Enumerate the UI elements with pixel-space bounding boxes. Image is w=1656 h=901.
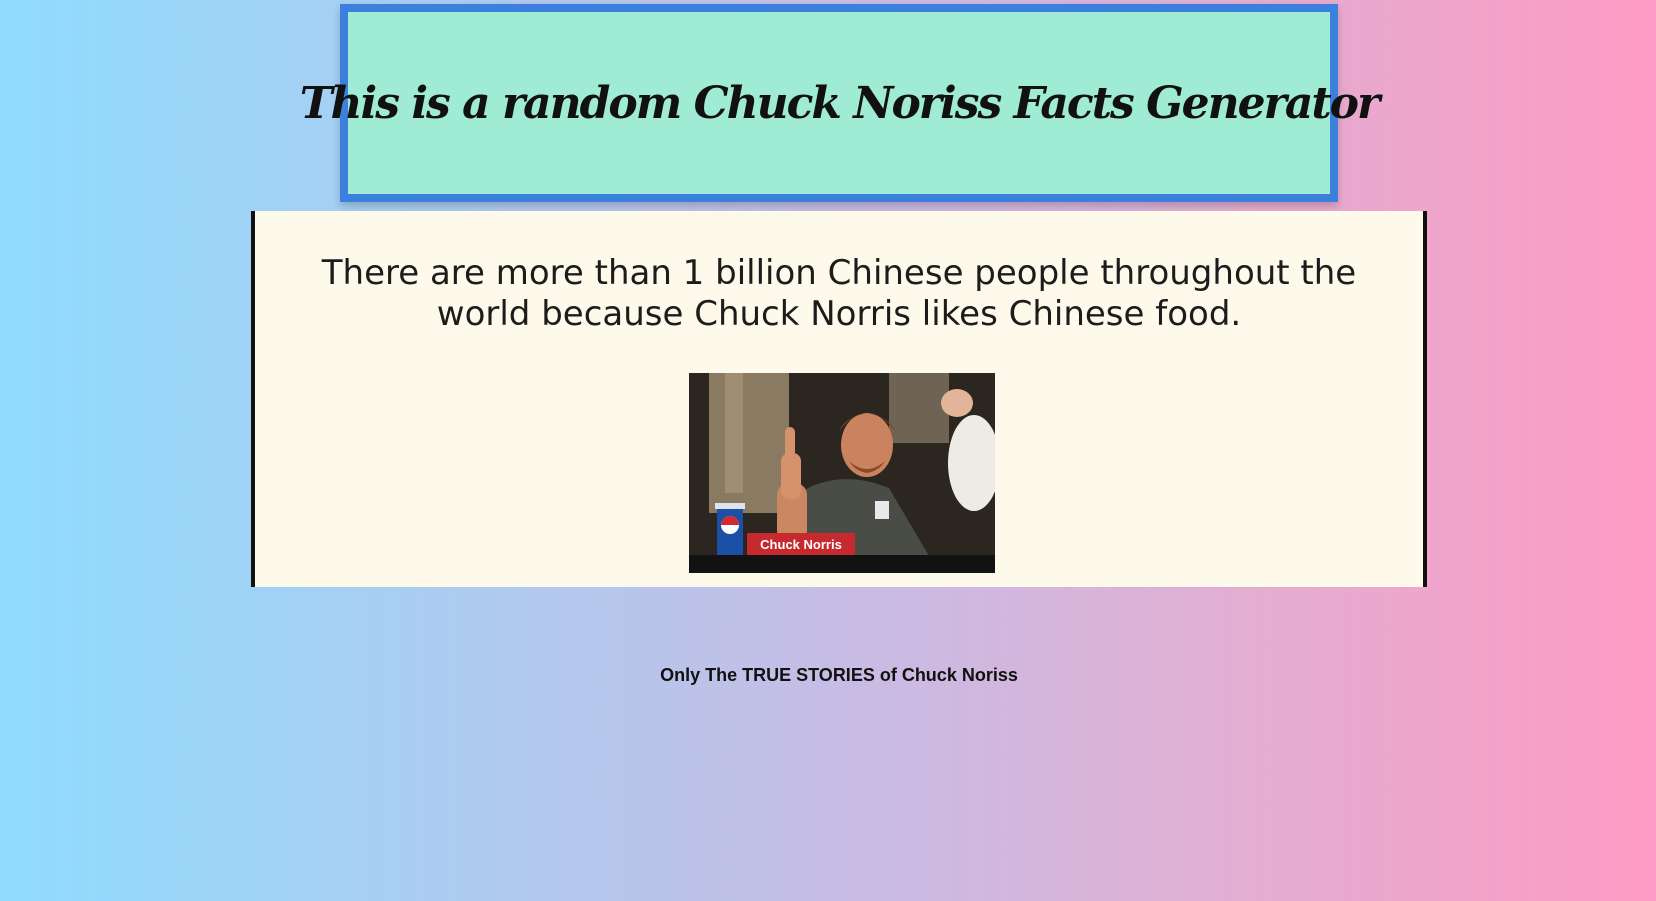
fact-card: There are more than 1 billion Chinese pe… bbox=[251, 211, 1427, 587]
chuck-norris-thumbs-up-image: Chuck Norris bbox=[689, 373, 995, 573]
footer-tagline: Only The TRUE STORIES of Chuck Noriss bbox=[660, 665, 1018, 685]
fact-text: There are more than 1 billion Chinese pe… bbox=[321, 253, 1357, 334]
header-box: This is a random Chuck Noriss Facts Gene… bbox=[300, 4, 1380, 202]
name-plate-label: Chuck Norris bbox=[760, 537, 842, 552]
page-title: This is a random Chuck Noriss Facts Gene… bbox=[299, 77, 1380, 129]
